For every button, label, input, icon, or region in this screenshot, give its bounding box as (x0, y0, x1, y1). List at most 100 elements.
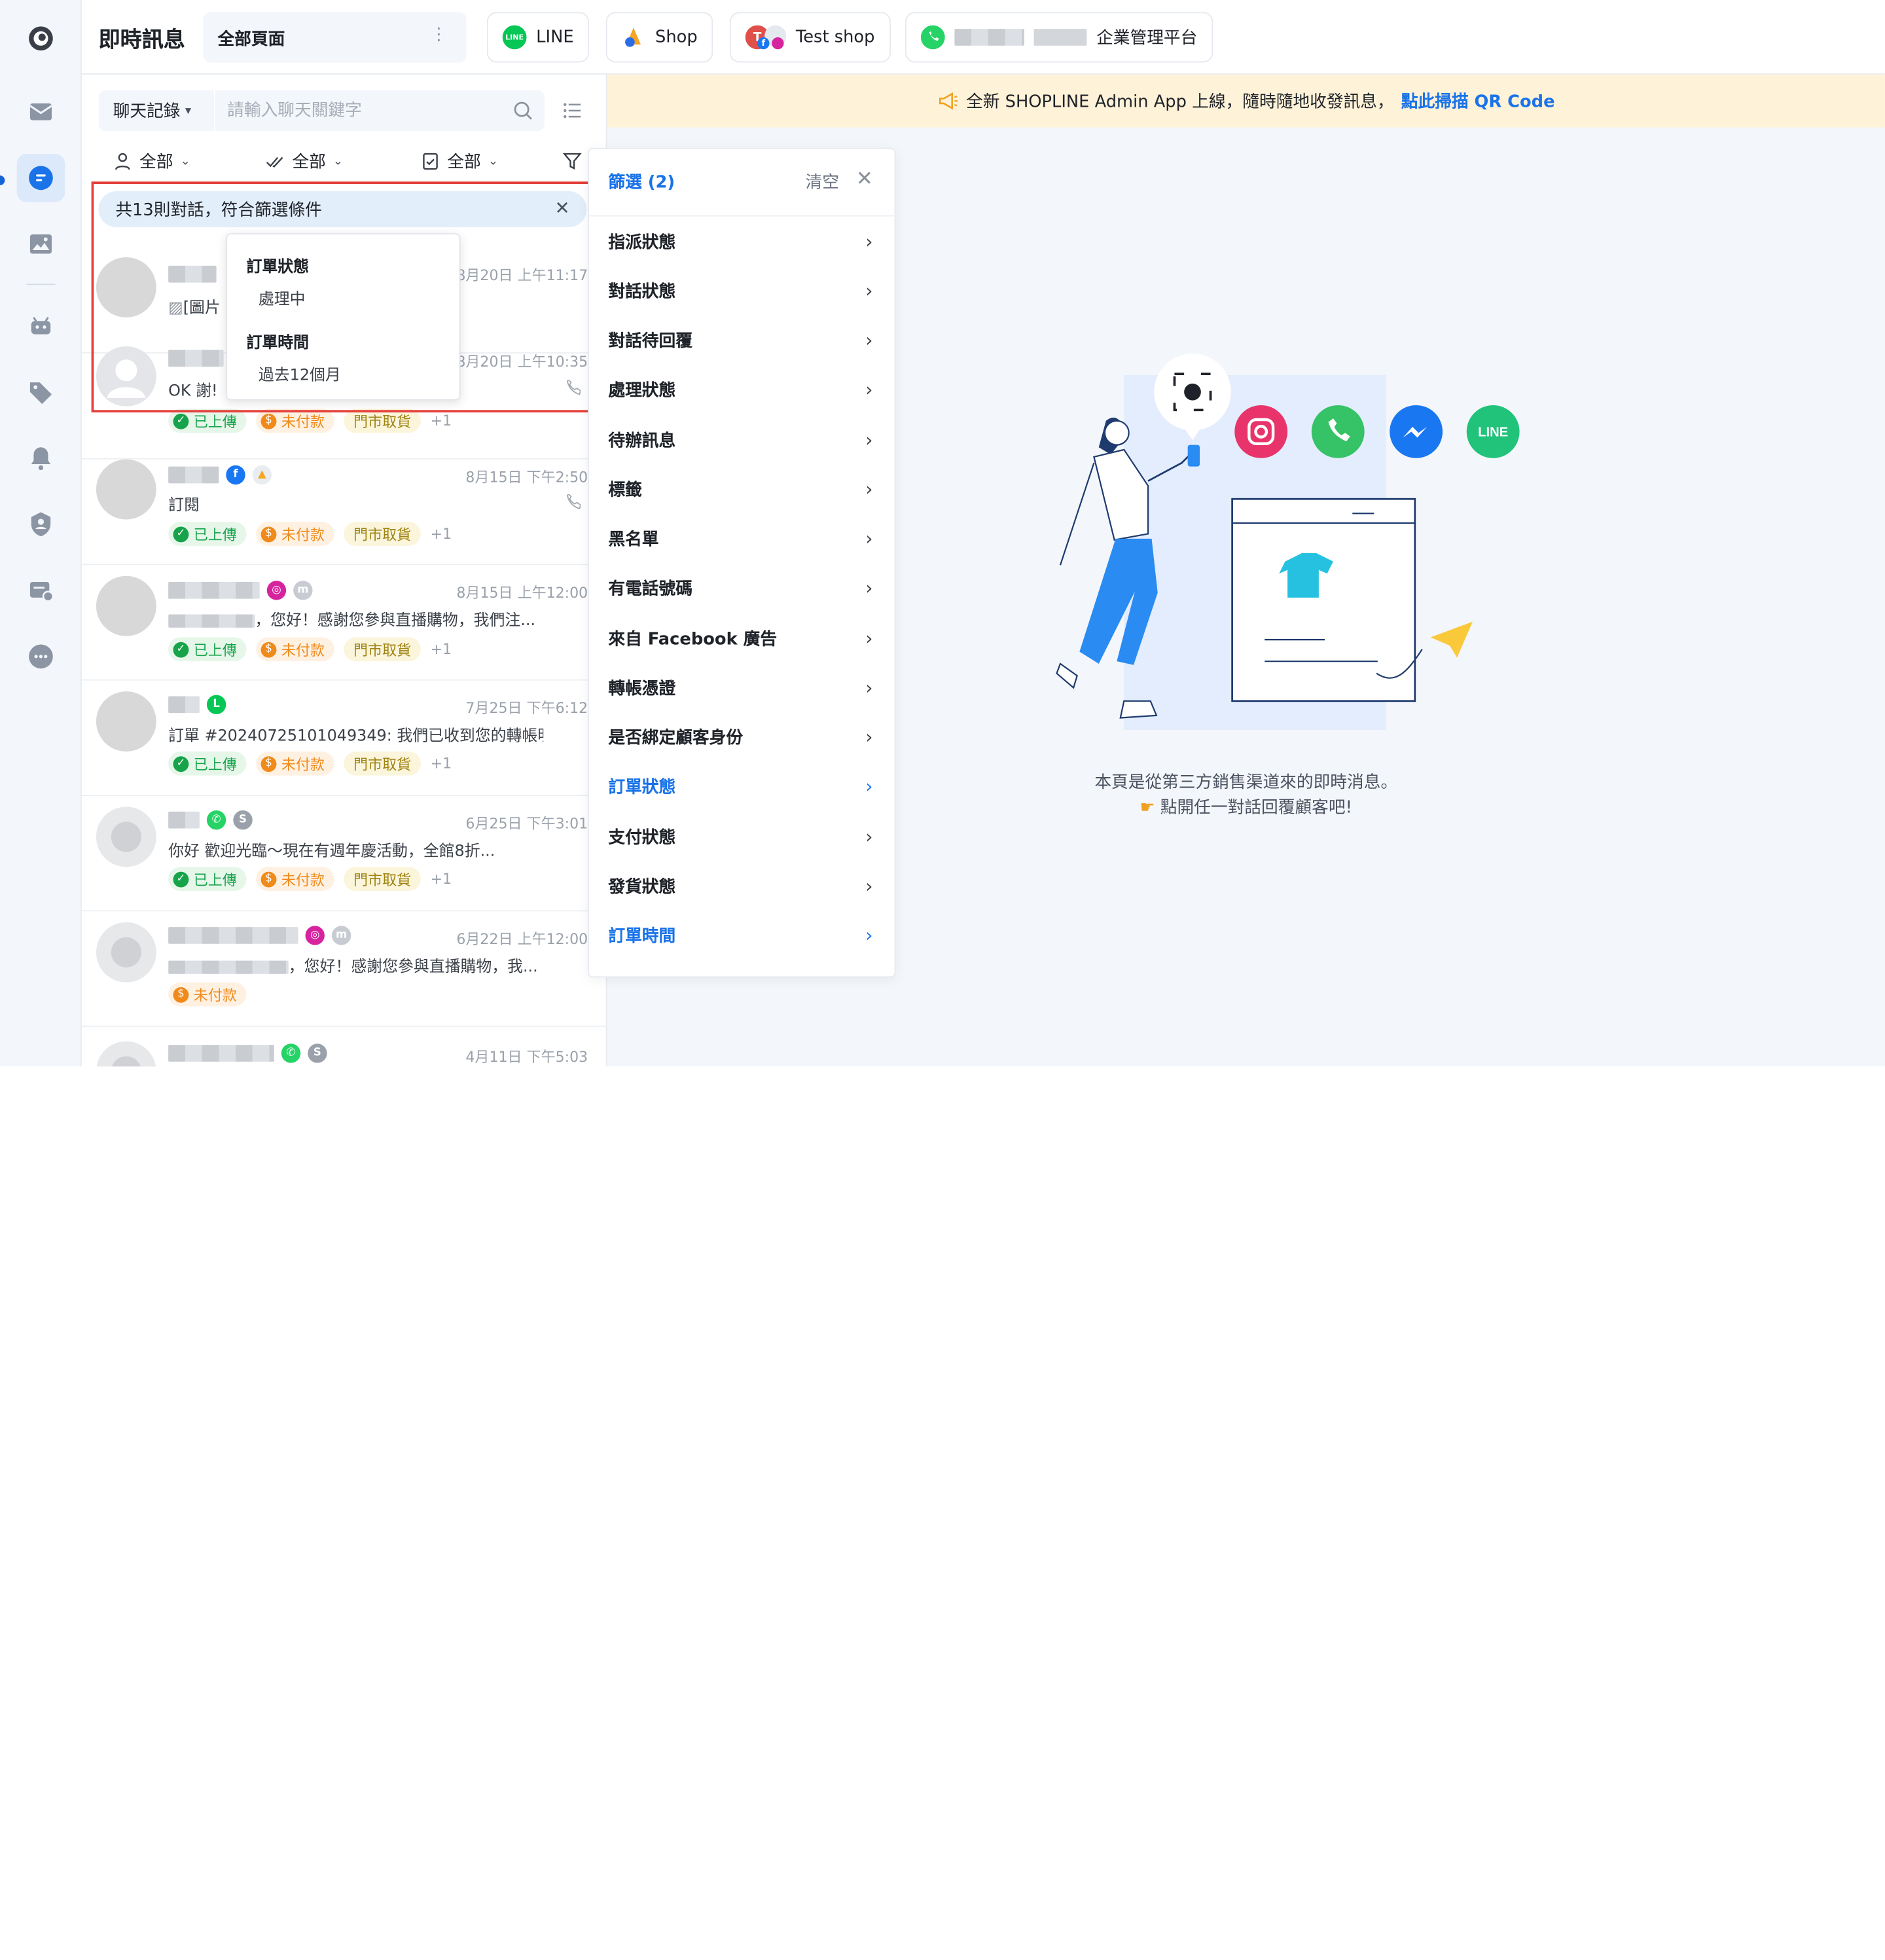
filter-option-label: 處理狀態 (608, 381, 676, 401)
filter-option[interactable]: 對話狀態 › (589, 266, 897, 315)
filter-option-label: 轉帳憑證 (608, 679, 676, 699)
chevron-right-icon: › (865, 626, 873, 649)
channel-tab-enterprise[interactable]: 企業管理平台 (905, 12, 1213, 63)
filter-option[interactable]: 是否綁定顧客身份 › (589, 712, 897, 761)
chevron-right-icon: › (865, 329, 873, 352)
assignee-filter-label: 全部 (139, 153, 173, 172)
read-filter[interactable]: 全部 ⌄ (266, 149, 343, 173)
line-icon: LINE (502, 25, 527, 50)
sidebar (0, 0, 82, 1067)
filter-option-label: 支付狀態 (608, 827, 676, 847)
redacted-name (954, 29, 1024, 46)
uploaded-tag: ✓ 已上傳 (168, 751, 247, 776)
clear-filters-button[interactable]: 清空 (806, 170, 839, 194)
megaphone-icon (939, 92, 958, 110)
filter-option[interactable]: 標籤 › (589, 464, 897, 513)
chevron-right-icon: › (865, 776, 873, 798)
page-selector[interactable]: 全部頁面 ⋮ (203, 12, 467, 63)
conversation-time: 8月20日 上午11:17 (456, 266, 588, 284)
search-type-select[interactable]: 聊天記錄 ▾ (98, 90, 214, 132)
banner-link[interactable]: 點此掃描 QR Code (1401, 89, 1555, 113)
filter-option-label: 指派狀態 (608, 232, 676, 252)
filter-option[interactable]: 處理狀態 › (589, 365, 897, 414)
channel-tab-test-shop[interactable]: T f Test shop (729, 12, 891, 63)
filter-option[interactable]: 支付狀態 › (589, 812, 897, 861)
chat-icon[interactable] (16, 154, 65, 202)
filter-option-label: 訂單時間 (608, 927, 676, 947)
filter-option[interactable]: 訂單狀態 › (589, 762, 897, 811)
list-item[interactable]: ✆ S 6月25日 下午3:01 你好 歡迎光臨～現在有週年慶活動，全館8折...… (81, 796, 607, 912)
shopline-icon: S (233, 810, 253, 830)
chevron-right-icon: › (865, 924, 873, 947)
messenger-icon: m (331, 926, 351, 945)
uploaded-tag: ✓ 已上傳 (168, 637, 247, 662)
filter-option-label: 黑名單 (608, 530, 659, 550)
close-icon[interactable]: ✕ (554, 197, 569, 219)
filter-option[interactable]: 轉帳憑證 › (589, 662, 897, 712)
customer-icon[interactable] (17, 500, 65, 548)
image-icon: ▨ (168, 299, 183, 318)
avatar (96, 575, 156, 636)
whatsapp-icon: ✆ (281, 1044, 301, 1063)
read-filter-label: 全部 (292, 153, 326, 172)
double-check-icon (266, 156, 283, 168)
kebab-icon[interactable]: ⋮ (431, 26, 448, 45)
filter-panel-header: 篩選 (2) 清空 ✕ (588, 149, 897, 217)
instagram-icon: ◎ (305, 926, 325, 945)
last-message-text: ，您好！感謝您參與直播購物，我們注... (255, 611, 536, 630)
filter-option[interactable]: 黑名單 › (589, 514, 897, 563)
list-view-icon[interactable] (562, 100, 583, 121)
more-tags-count: +1 (430, 755, 452, 772)
filter-panel: 篩選 (2) 清空 ✕ 指派狀態 › 對話狀態 › 對話待回覆 › 處理狀態 › 待辦訊息 › 標籤… (588, 147, 897, 978)
announcement-banner: 全新 SHOPLINE Admin App 上線，隨時隨地收發訊息， 點此掃描 … (607, 74, 1885, 128)
filter-option[interactable]: 訂單時間 › (589, 911, 897, 960)
contact-name (168, 264, 217, 283)
filter-option[interactable]: 待辦訊息 › (589, 415, 897, 464)
filter-icon (562, 153, 582, 170)
filter-option[interactable]: 來自 Facebook 廣告 › (589, 613, 897, 662)
phone-icon (566, 380, 581, 395)
more-icon[interactable] (17, 632, 65, 680)
banner-text: 全新 SHOPLINE Admin App 上線，隨時隨地收發訊息， (966, 92, 1394, 112)
advanced-filter-button[interactable] (562, 149, 582, 173)
filter-tooltip: 訂單狀態 處理中 訂單時間 過去12個月 (226, 233, 461, 401)
shop-icon (625, 27, 641, 47)
channel-tab-line[interactable]: LINE LINE (486, 12, 590, 63)
task-filter[interactable]: 全部 ⌄ (421, 149, 498, 173)
filter-result-bar: 共13則對話，符合篩選條件 ✕ (98, 191, 587, 228)
list-item[interactable]: ◎ m 6月22日 上午12:00 ，您好！感謝您參與直播購物，我... $ 未付款 (81, 911, 607, 1027)
unpaid-tag: $ 未付款 (256, 867, 334, 891)
conversation-time: 8月15日 下午2:50 (465, 469, 588, 486)
filter-option[interactable]: 發貨狀態 › (589, 862, 897, 911)
channel-tab-label: 企業管理平台 (1096, 29, 1198, 48)
tag-icon[interactable] (17, 368, 65, 416)
gallery-icon[interactable] (17, 220, 65, 268)
filter-result-text: 共13則對話，符合篩選條件 (115, 200, 322, 221)
mail-icon[interactable] (17, 88, 65, 136)
contact-name: L (168, 695, 226, 714)
conversation-list-panel: 聊天記錄 ▾ 全部 ⌄ 全部 ⌄ 全部 ⌄ 共13則對話，符合篩選條件 ✕ 8月… (81, 74, 607, 1067)
order-inbox-icon[interactable] (17, 566, 65, 614)
list-item[interactable]: L 7月25日 下午6:12 訂單 #20240725101049349: 我們… (81, 681, 607, 796)
bell-icon[interactable] (17, 434, 65, 482)
filter-option[interactable]: 有電話號碼 › (589, 564, 897, 613)
channel-tab-shop[interactable]: Shop (605, 12, 713, 63)
list-item[interactable]: f ▲ 8月15日 下午2:50 訂閱 ✓ 已上傳 $ 未付款 門市取貨 +1 (81, 450, 607, 566)
instagram-icon: ◎ (266, 581, 287, 600)
chevron-right-icon: › (865, 577, 873, 600)
bot-icon[interactable] (17, 302, 65, 350)
list-item[interactable]: ✆ S 4月11日 下午5:03 (82, 1027, 607, 1067)
search-icon[interactable] (512, 100, 533, 121)
app-logo-icon[interactable] (17, 14, 65, 62)
list-item[interactable]: ◎ m 8月15日 上午12:00 ，您好！感謝您參與直播購物，我們注... ✓ 已… (81, 565, 607, 681)
chevron-down-icon: ⌄ (332, 154, 344, 168)
contact-name: f ▲ (168, 465, 272, 485)
search-input[interactable] (215, 90, 545, 132)
assignee-filter[interactable]: 全部 ⌄ (113, 149, 190, 173)
person-icon (115, 153, 130, 170)
more-tags-count: +1 (430, 640, 452, 658)
filter-option[interactable]: 指派狀態 › (589, 217, 897, 266)
filter-option[interactable]: 對話待回覆 › (589, 316, 897, 365)
filter-option-label: 對話狀態 (608, 282, 676, 302)
close-icon[interactable]: ✕ (856, 167, 873, 191)
